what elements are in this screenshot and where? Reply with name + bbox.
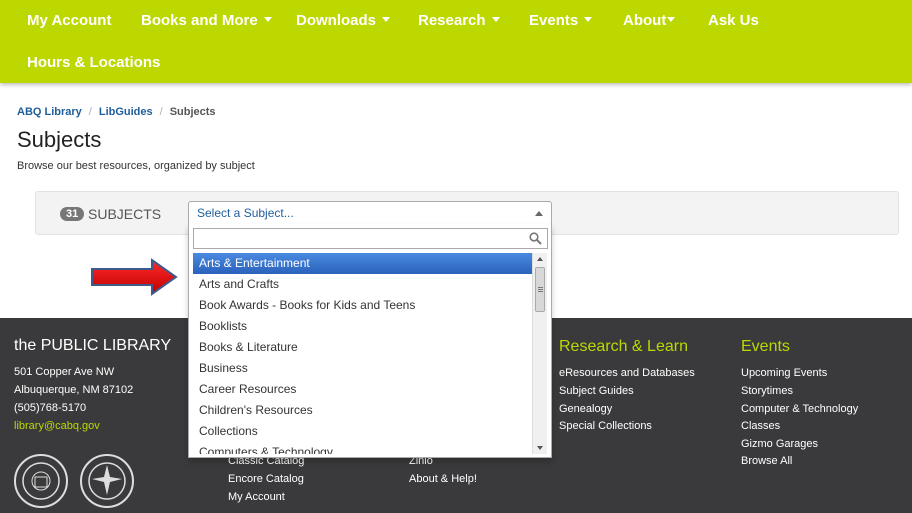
nav-ask-us[interactable]: Ask Us — [708, 12, 759, 29]
caret-down-icon — [491, 17, 500, 22]
footer-link[interactable]: My Account — [228, 491, 285, 503]
footer-address-line: 501 Copper Ave NW — [14, 366, 115, 378]
subject-dropdown: Arts & Entertainment Arts and Crafts Book … — [188, 224, 552, 458]
footer-link[interactable]: Special Collections — [559, 420, 652, 432]
nav-hours-locations[interactable]: Hours & Locations — [27, 54, 160, 71]
subject-option[interactable]: Arts and Crafts — [193, 274, 532, 295]
subject-count-badge: 31 — [60, 207, 85, 221]
grip-line — [538, 287, 543, 288]
breadcrumb-abq-library[interactable]: ABQ Library — [17, 106, 82, 118]
main-nav: My Account Books and More Downloads Rese… — [0, 0, 912, 83]
breadcrumb-separator: / — [159, 106, 163, 118]
footer-link[interactable]: Genealogy — [559, 403, 612, 415]
subject-search-input[interactable] — [193, 228, 548, 249]
subject-option[interactable]: Career Resources — [193, 379, 532, 400]
nav-books-and-more[interactable]: Books and More — [141, 12, 272, 29]
page-subtitle: Browse our best resources, organized by … — [17, 160, 255, 172]
nav-label: Events — [529, 12, 579, 29]
footer-address-line: Albuquerque, NM 87102 — [14, 384, 134, 396]
chevron-up-icon — [535, 211, 543, 216]
subject-option-list: Arts & Entertainment Arts and Crafts Book … — [193, 253, 532, 454]
caret-down-icon — [667, 17, 676, 22]
subjects-label: SUBJECTS — [88, 206, 162, 222]
subject-option[interactable]: Collections — [193, 421, 532, 442]
subject-option[interactable]: Arts & Entertainment — [193, 253, 532, 274]
page-title: Subjects — [17, 127, 102, 152]
nav-label: Books and More — [141, 12, 258, 29]
city-seal-icon — [14, 454, 68, 508]
subject-select-value: Select a Subject... — [197, 206, 294, 220]
nav-events[interactable]: Events — [529, 12, 593, 29]
breadcrumb-separator: / — [88, 106, 92, 118]
footer-heading-events: Events — [741, 338, 790, 355]
footer-link[interactable]: Gizmo Garages — [741, 438, 818, 450]
grip-line — [538, 291, 543, 292]
footer-link[interactable]: Storytimes — [741, 385, 793, 397]
breadcrumb-libguides[interactable]: LibGuides — [99, 106, 153, 118]
footer-link[interactable]: Classes — [741, 420, 780, 432]
nav-label: Research — [418, 12, 486, 29]
subject-option[interactable]: Computers & Technology — [193, 442, 532, 454]
caret-down-icon — [584, 17, 593, 22]
footer-link[interactable]: eResources and Databases — [559, 367, 695, 379]
breadcrumb: ABQ Library / LibGuides / Subjects — [17, 106, 216, 118]
subject-option[interactable]: Booklists — [193, 316, 532, 337]
footer-link[interactable]: About & Help! — [409, 473, 477, 485]
red-arrow-icon — [91, 258, 178, 296]
footer-link[interactable]: Encore Catalog — [228, 473, 304, 485]
subject-select[interactable]: Select a Subject... — [188, 201, 552, 225]
footer-link[interactable]: Upcoming Events — [741, 367, 827, 379]
subject-option[interactable]: Children's Resources — [193, 400, 532, 421]
nav-about[interactable]: About — [623, 12, 676, 29]
breadcrumb-current: Subjects — [169, 106, 216, 118]
footer-phone: (505)768-5170 — [14, 402, 87, 414]
scroll-down-icon[interactable] — [537, 446, 543, 450]
nav-research[interactable]: Research — [418, 12, 500, 29]
nav-label: About — [623, 12, 667, 29]
footer-link[interactable]: Browse All — [741, 455, 792, 467]
nav-label: Ask Us — [708, 12, 759, 29]
footer-heading-research: Research & Learn — [559, 338, 688, 355]
footer-link[interactable]: Subject Guides — [559, 385, 634, 397]
nav-label: My Account — [27, 12, 112, 29]
nav-downloads[interactable]: Downloads — [296, 12, 391, 29]
scroll-up-icon[interactable] — [537, 257, 543, 261]
footer-brand: the PUBLIC LIBRARY — [14, 337, 172, 354]
county-seal-icon — [80, 454, 134, 508]
subject-option[interactable]: Books & Literature — [193, 337, 532, 358]
subject-option[interactable]: Book Awards - Books for Kids and Teens — [193, 295, 532, 316]
nav-label: Downloads — [296, 12, 377, 29]
footer-email-link[interactable]: library@cabq.gov — [14, 420, 100, 432]
scrollbar-thumb[interactable] — [535, 267, 545, 312]
dropdown-scrollbar[interactable] — [532, 253, 547, 454]
nav-my-account[interactable]: My Account — [27, 12, 111, 29]
grip-line — [538, 289, 543, 290]
subject-option[interactable]: Business — [193, 358, 532, 379]
caret-down-icon — [382, 17, 391, 22]
footer-link[interactable]: Computer & Technology — [741, 403, 858, 415]
nav-label: Hours & Locations — [27, 54, 161, 71]
caret-down-icon — [263, 17, 272, 22]
search-icon — [529, 232, 542, 245]
